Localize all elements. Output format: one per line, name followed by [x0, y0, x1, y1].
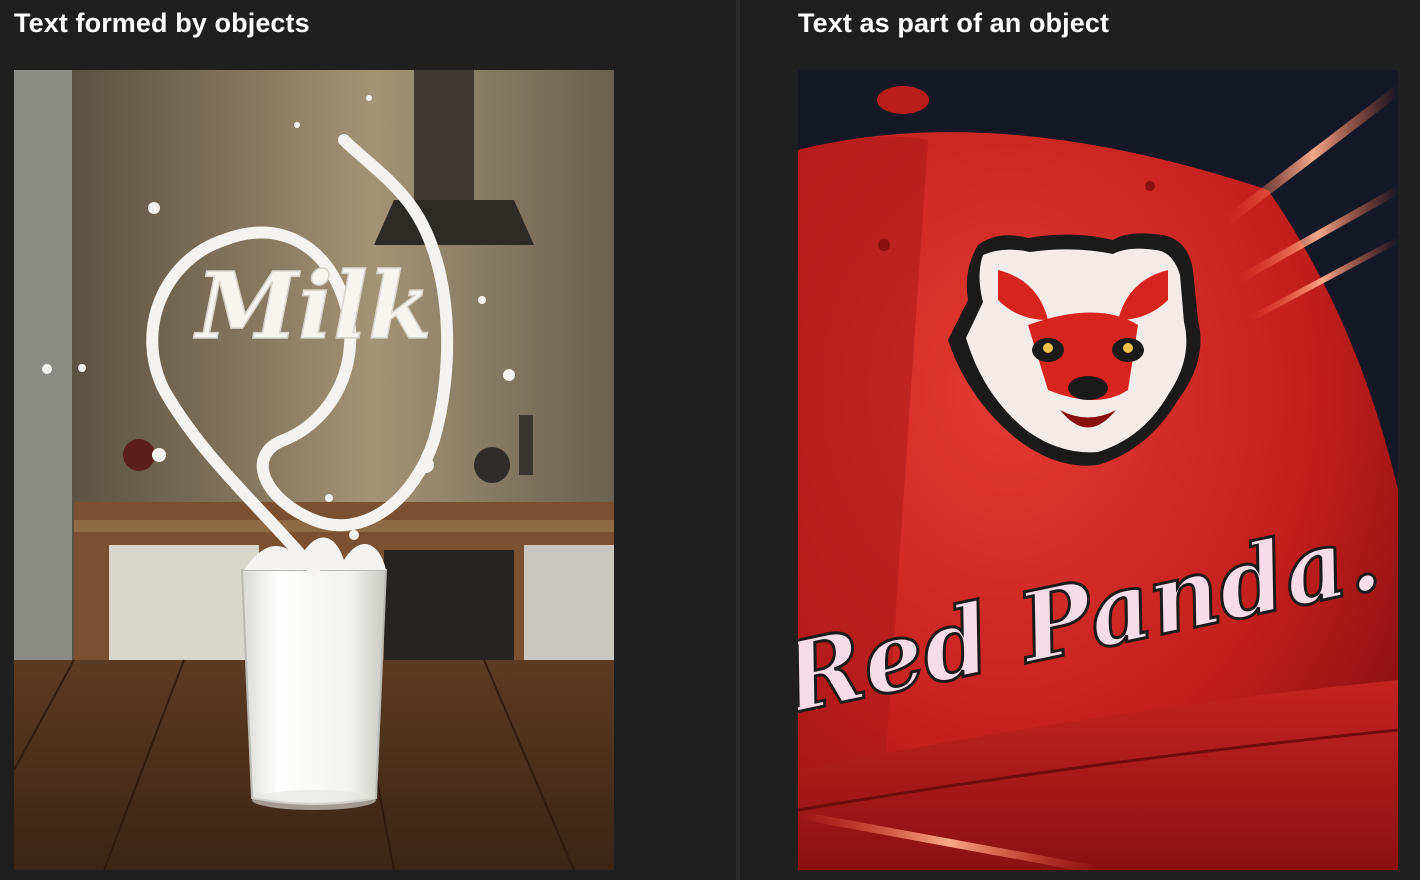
milk-splash-image: Milk [14, 70, 614, 870]
panel-text-as-part-of-object: Text as part of an object Red Panda. [740, 0, 1420, 880]
milk-splash-illustration: Milk [14, 70, 614, 870]
panel-text-formed-by-objects: Text formed by objects Milk [0, 0, 736, 880]
panel-title: Text as part of an object [798, 8, 1110, 38]
red-panda-cap-illustration: Red Panda. [798, 70, 1398, 870]
panel-title: Text formed by objects [14, 8, 310, 38]
red-panda-cap-image: Red Panda. [798, 70, 1398, 870]
milk-splash-lettering: Milk [193, 252, 431, 360]
